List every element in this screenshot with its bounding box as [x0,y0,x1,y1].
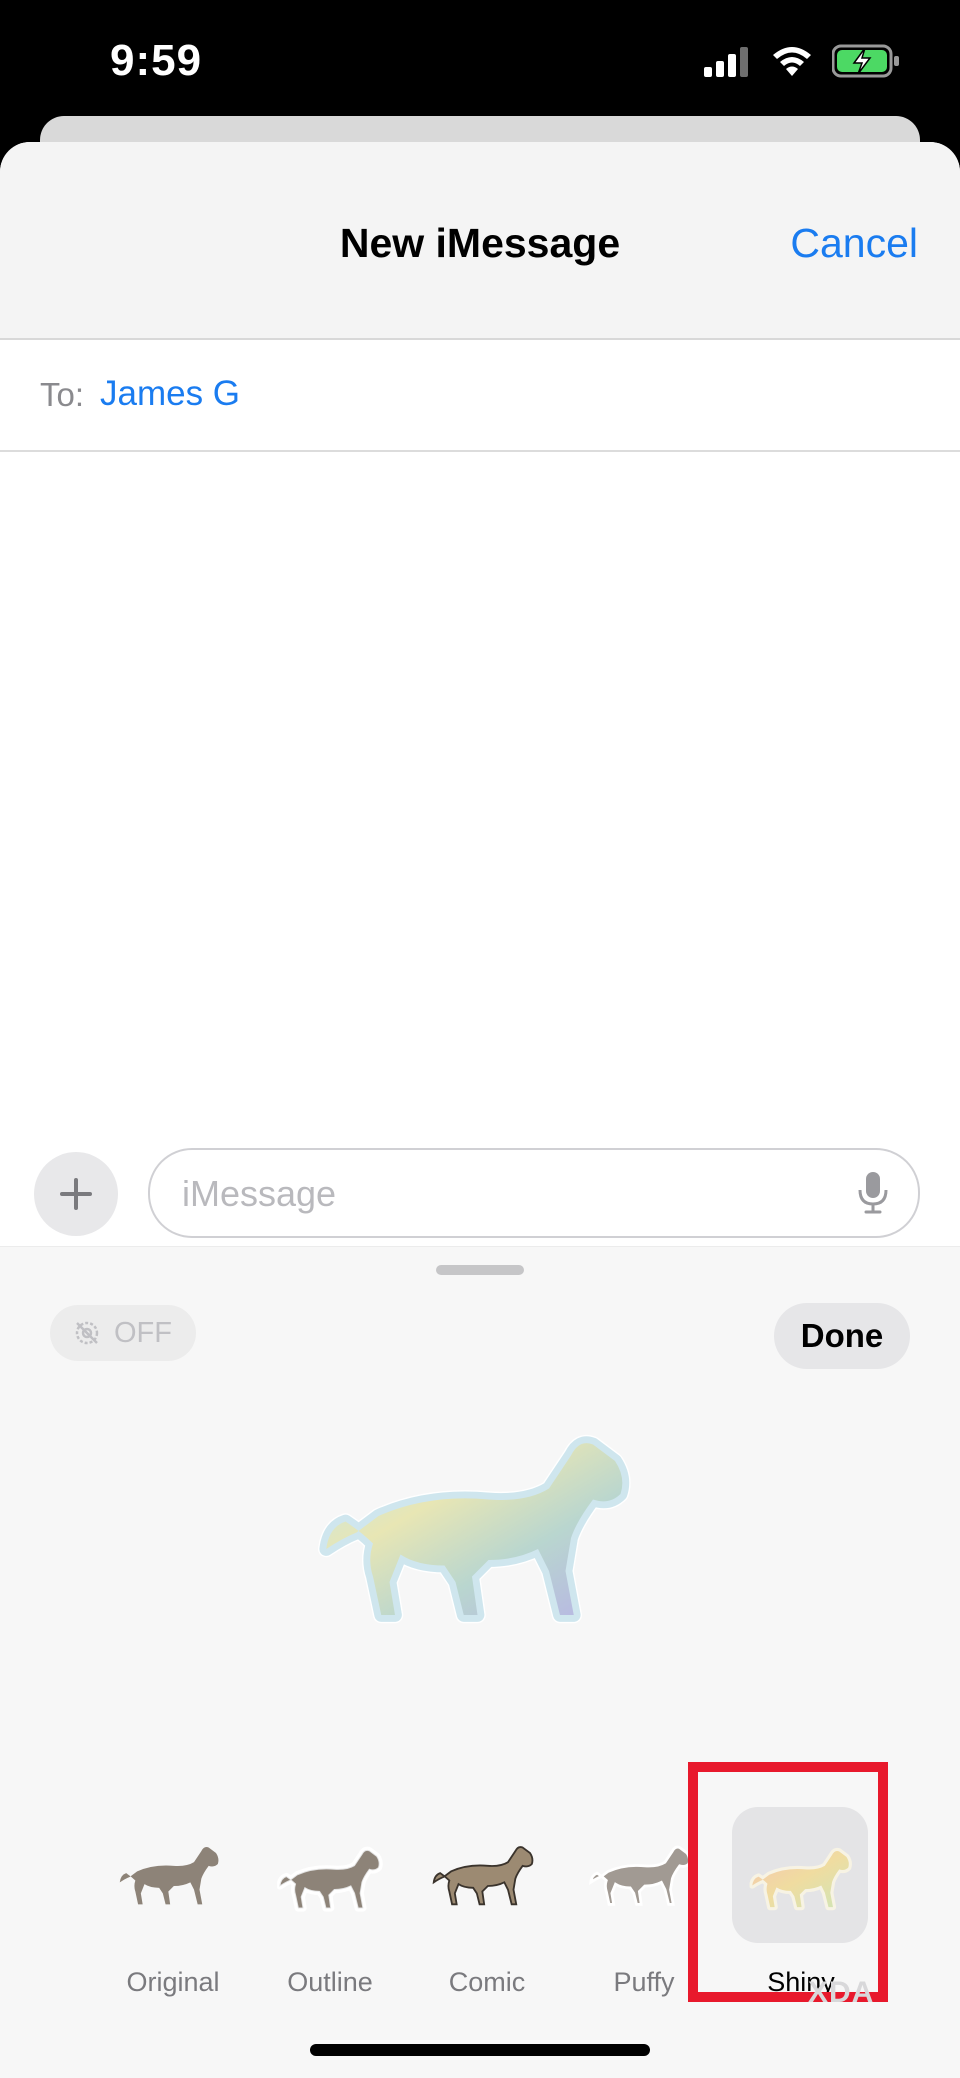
live-toggle-button[interactable]: OFF [50,1305,196,1361]
done-button[interactable]: Done [774,1303,910,1369]
wifi-icon [773,47,811,76]
microphone-icon[interactable] [856,1170,890,1216]
cancel-button[interactable]: Cancel [790,220,918,267]
message-input[interactable] [180,1150,824,1238]
watermark-logo: XDA [808,1976,875,2009]
add-attachment-button[interactable] [34,1152,118,1236]
sticker-preview-image [318,1417,648,1637]
clock: 9:59 [110,36,203,85]
drag-handle[interactable] [436,1265,524,1275]
toggle-label: OFF [114,1316,172,1349]
style-option-comic[interactable]: Comic [414,1777,554,2027]
recipient-field[interactable]: To: James G [0,340,960,452]
original-thumbnail [104,1807,240,1943]
status-bar: 9:59 [0,0,960,130]
style-label: Original [126,1967,220,1997]
to-label: To: [40,376,85,413]
style-label: Comic [448,1967,526,1997]
style-option-original[interactable]: Original [100,1777,240,2027]
comic-thumbnail [418,1807,554,1943]
message-field[interactable] [148,1148,920,1238]
message-composer [0,1122,960,1252]
outline-thumbnail [261,1807,397,1943]
style-option-outline[interactable]: Outline [257,1777,397,2027]
live-off-icon [75,1321,99,1345]
status-icons [704,44,900,78]
plus-icon [60,1178,92,1210]
style-label: Outline [287,1967,373,1997]
selection-highlight-box [688,1762,888,2002]
battery-charging-icon [832,44,899,78]
home-indicator[interactable] [310,2044,650,2056]
navigation-bar: New iMessage Cancel [0,142,960,340]
cellular-signal-icon [704,47,748,77]
recipient-name[interactable]: James G [100,374,240,414]
